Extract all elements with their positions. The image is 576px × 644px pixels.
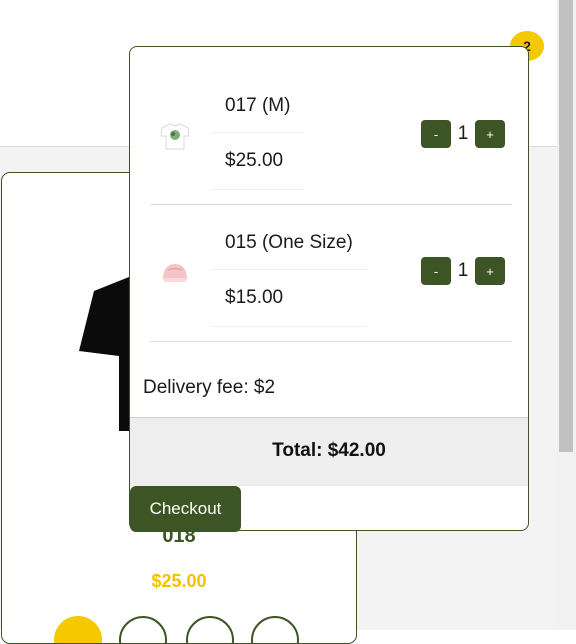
item-price: $25.00 bbox=[211, 133, 305, 190]
decrement-button[interactable]: - bbox=[421, 257, 451, 285]
quantity-value: 1 bbox=[457, 123, 469, 144]
size-option[interactable] bbox=[186, 616, 234, 643]
quantity-stepper: - 1 + bbox=[421, 120, 505, 148]
pink-cap-icon bbox=[162, 264, 188, 282]
quantity-stepper: - 1 + bbox=[421, 257, 505, 285]
cart-total: Total: $42.00 bbox=[130, 417, 528, 486]
increment-button[interactable]: + bbox=[475, 257, 505, 285]
size-option[interactable] bbox=[251, 616, 299, 643]
item-info: 017 (M) $25.00 bbox=[211, 67, 305, 190]
increment-button[interactable]: + bbox=[475, 120, 505, 148]
cart-item: 017 (M) $25.00 - 1 + bbox=[150, 67, 512, 205]
white-tshirt-icon bbox=[160, 123, 190, 150]
item-name: 017 (M) bbox=[211, 67, 305, 133]
item-info: 015 (One Size) $15.00 bbox=[211, 204, 367, 327]
size-option[interactable] bbox=[119, 616, 167, 643]
item-name: 015 (One Size) bbox=[211, 204, 367, 270]
quantity-value: 1 bbox=[457, 260, 469, 281]
size-option-selected[interactable] bbox=[54, 616, 102, 643]
cart-item: 015 (One Size) $15.00 - 1 + bbox=[150, 204, 512, 342]
item-price: $15.00 bbox=[211, 270, 367, 327]
product-price: $25.00 bbox=[151, 571, 207, 591]
delivery-fee: Delivery fee: $2 bbox=[143, 377, 276, 398]
scrollbar-thumb[interactable] bbox=[559, 0, 573, 452]
checkout-button[interactable]: Checkout bbox=[130, 486, 241, 532]
cart-dropdown: 017 (M) $25.00 - 1 + 015 (One Size) $15.… bbox=[129, 46, 529, 532]
decrement-button[interactable]: - bbox=[421, 120, 451, 148]
